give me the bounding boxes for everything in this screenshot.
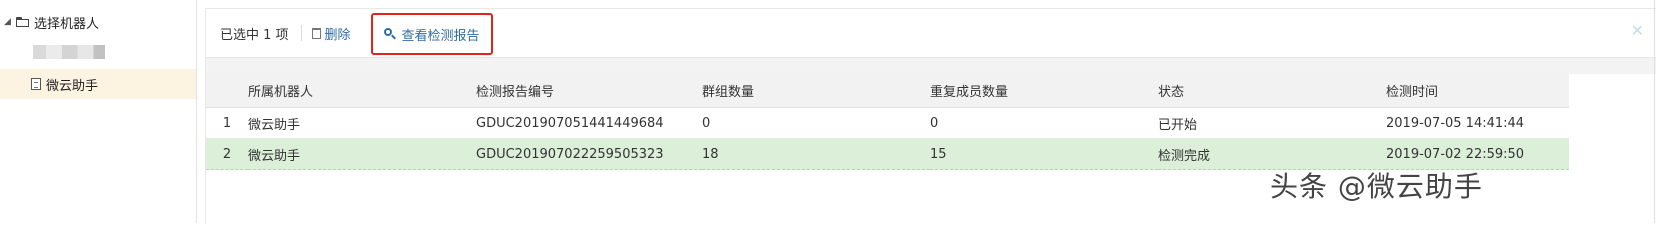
row-index: 1: [206, 107, 248, 139]
cell-duplicates: 15: [930, 138, 1158, 170]
blurred-tree-item[interactable]: [33, 45, 105, 59]
column-header-robot[interactable]: 所属机器人: [248, 73, 476, 108]
toolbar-separator-band: [206, 57, 1656, 74]
column-header-report-id[interactable]: 检测报告编号: [476, 73, 702, 108]
caret-down-icon[interactable]: ◢: [4, 17, 12, 27]
view-report-button[interactable]: 查看检测报告: [371, 13, 493, 55]
column-header-status[interactable]: 状态: [1158, 73, 1386, 108]
tree-root[interactable]: ◢ 选择机器人: [4, 12, 99, 32]
watermark-text: 头条 @微云助手: [1270, 170, 1483, 203]
cell-robot: 微云助手: [248, 107, 476, 139]
cell-groups: 18: [702, 138, 930, 170]
column-header-time[interactable]: 检测时间: [1386, 73, 1569, 108]
tree-item-label: 微云助手: [46, 78, 99, 94]
selected-count-label: 已选中 1 项: [220, 27, 289, 43]
column-header-duplicates[interactable]: 重复成员数量: [930, 73, 1158, 108]
column-header-groups[interactable]: 群组数量: [702, 73, 930, 108]
cell-report-id: GDUC201907022259505323: [476, 138, 702, 170]
cell-groups: 0: [702, 107, 930, 139]
scrollbar-track[interactable]: [1654, 0, 1655, 223]
cell-report-id: GDUC201907051441449684: [476, 107, 702, 139]
delete-button[interactable]: 删除: [311, 24, 351, 43]
row-index: 2: [206, 138, 248, 170]
table-row[interactable]: 1 微云助手 GDUC201907051441449684 0 0 已开始 20…: [206, 107, 1569, 139]
delete-label: 删除: [324, 27, 351, 43]
close-icon[interactable]: ✕: [1631, 21, 1644, 40]
robot-tree-panel: ◢ 选择机器人 微云助手: [0, 0, 197, 223]
folder-open-icon: [16, 16, 30, 28]
toolbar-divider: [300, 25, 302, 41]
trash-icon: [311, 27, 321, 39]
file-icon: [31, 78, 41, 90]
cell-status: 已开始: [1158, 107, 1386, 139]
column-header-index: [206, 73, 248, 108]
cell-time: 2019-07-05 14:41:44: [1386, 107, 1569, 139]
tree-root-label: 选择机器人: [34, 16, 100, 32]
tree-item-weiyun-assistant[interactable]: 微云助手: [0, 69, 196, 99]
magnifier-icon: [384, 28, 396, 40]
cell-duplicates: 0: [930, 107, 1158, 139]
report-table: 所属机器人 检测报告编号 群组数量 重复成员数量 状态 检测时间 1 微云助手 …: [206, 73, 1569, 170]
table-header-row: 所属机器人 检测报告编号 群组数量 重复成员数量 状态 检测时间: [206, 73, 1569, 108]
cell-robot: 微云助手: [248, 138, 476, 170]
view-report-label: 查看检测报告: [401, 28, 480, 44]
